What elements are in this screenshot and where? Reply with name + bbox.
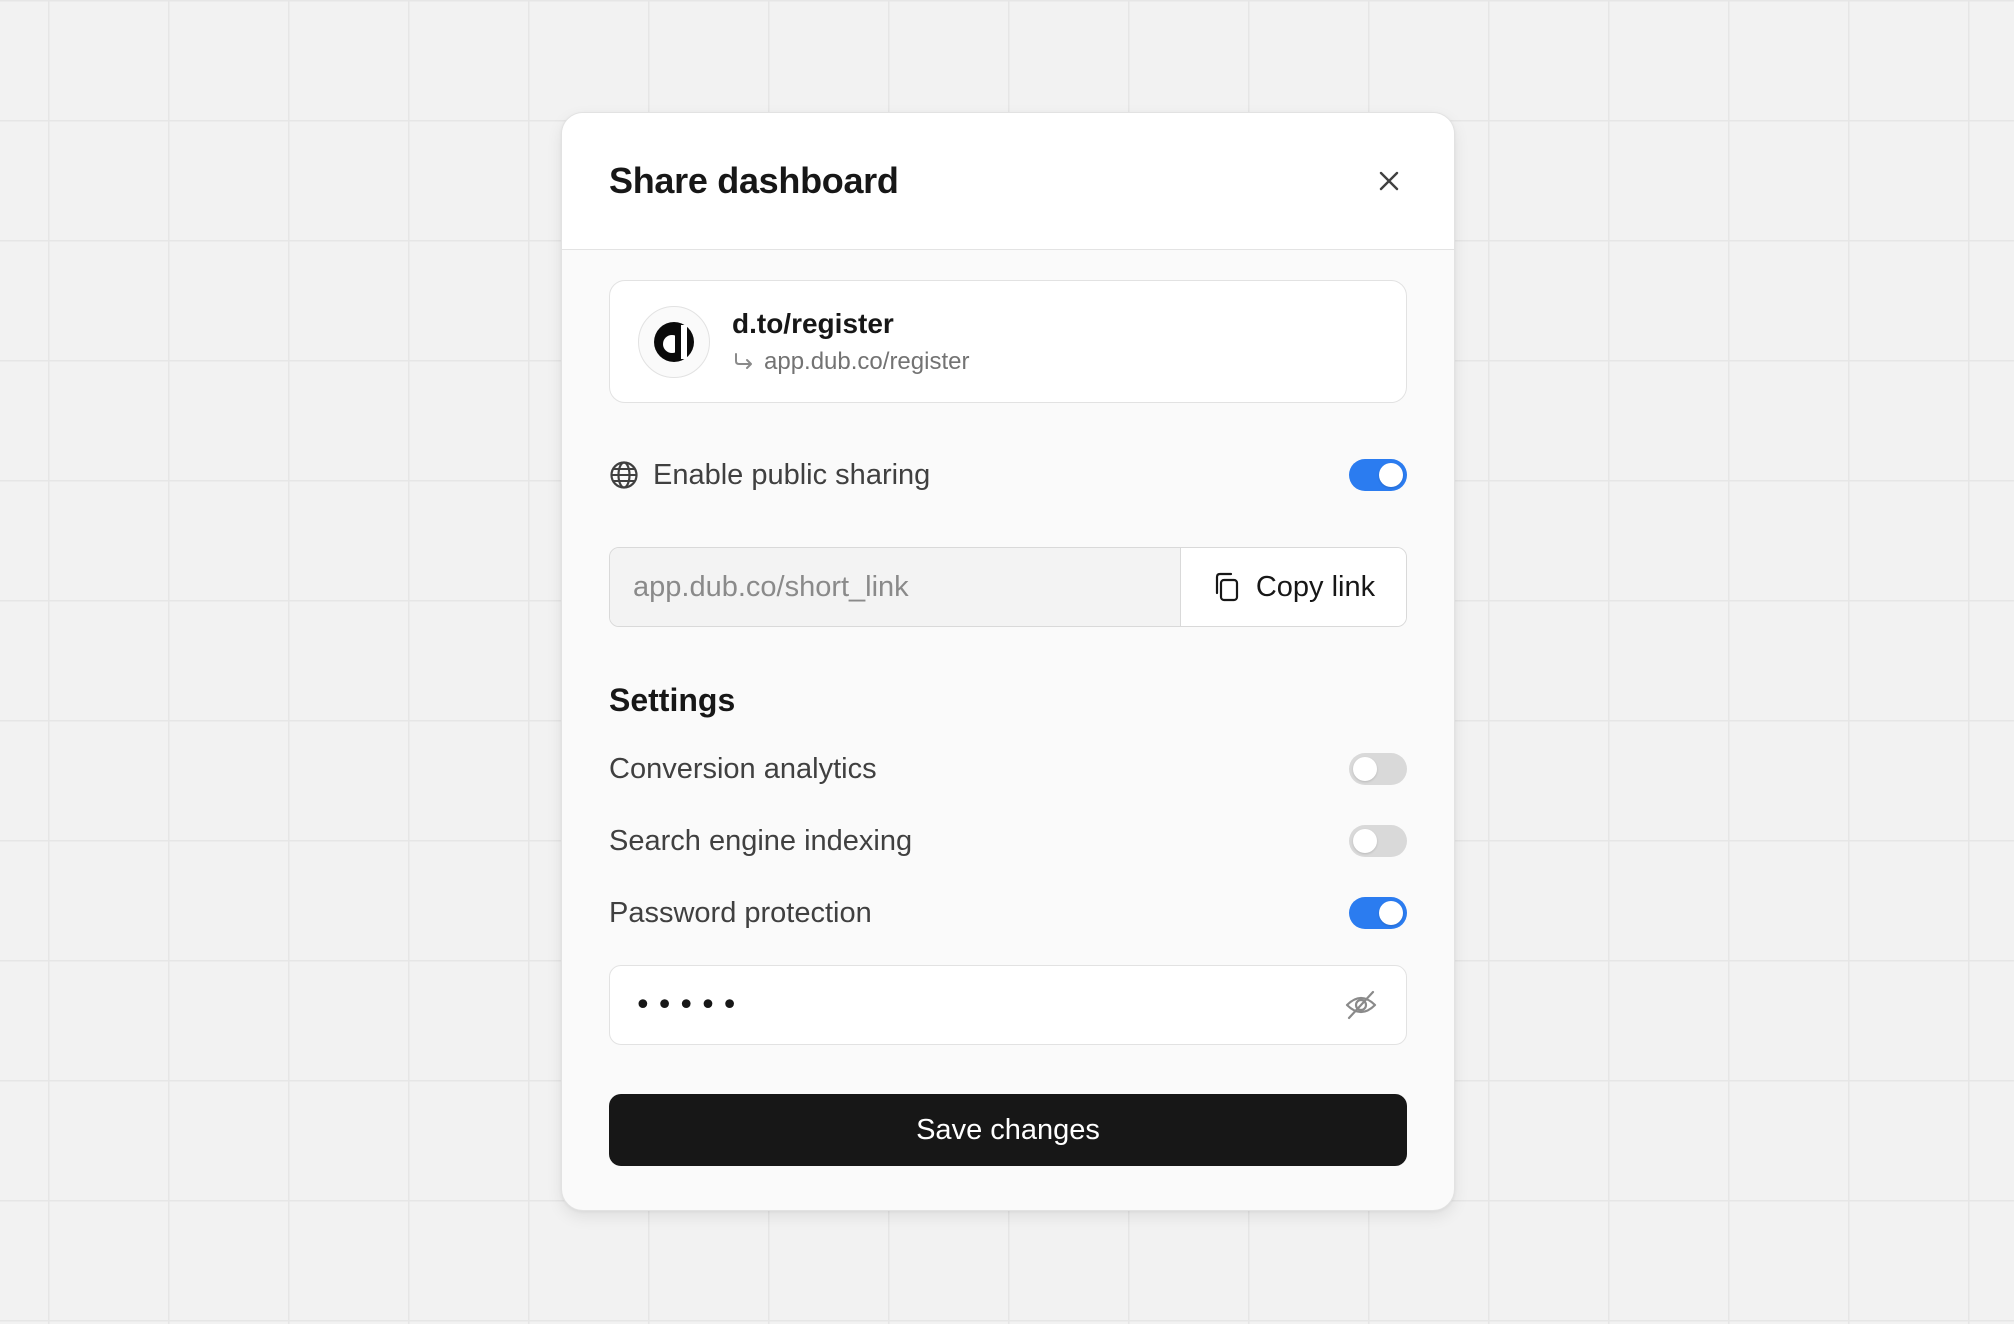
toggle-password-visibility-button[interactable] <box>1341 985 1381 1025</box>
setting-label: Search engine indexing <box>609 824 913 857</box>
settings-heading: Settings <box>609 682 736 718</box>
setting-label: Password protection <box>609 896 872 929</box>
public-sharing-label-group: Enable public sharing <box>609 459 930 492</box>
password-value: ••••• <box>634 987 743 1023</box>
public-sharing-label: Enable public sharing <box>653 458 931 491</box>
copy-link-button[interactable]: Copy link <box>1180 548 1406 626</box>
public-sharing-row: Enable public sharing <box>609 455 1407 495</box>
modal-title: Share dashboard <box>609 160 899 201</box>
setting-row-search-engine-indexing: Search engine indexing <box>609 821 1407 861</box>
password-protection-toggle[interactable] <box>1349 897 1407 929</box>
link-text: d.to/register app.dub.co/register <box>732 308 969 376</box>
destination-url: app.dub.co/register <box>764 347 970 375</box>
modal-header: Share dashboard <box>562 113 1454 250</box>
link-logo <box>638 305 710 378</box>
short-link[interactable]: d.to/register <box>732 308 969 340</box>
password-field[interactable]: ••••• <box>609 965 1407 1045</box>
share-link-input[interactable] <box>610 548 1180 626</box>
conversion-analytics-toggle[interactable] <box>1349 753 1407 785</box>
globe-icon <box>610 461 638 489</box>
save-changes-label: Save changes <box>916 1113 1100 1146</box>
public-sharing-toggle[interactable] <box>1349 459 1407 491</box>
toggle-knob <box>1379 463 1403 487</box>
destination-row: app.dub.co/register <box>732 348 969 376</box>
copy-link-label: Copy link <box>1255 570 1376 603</box>
modal-body: d.to/register app.dub.co/register Enable… <box>562 250 1454 1166</box>
close-icon <box>1379 171 1399 191</box>
search-engine-indexing-toggle[interactable] <box>1349 825 1407 857</box>
setting-row-password-protection: Password protection <box>609 893 1407 933</box>
toggle-knob <box>1353 757 1377 781</box>
toggle-knob <box>1379 901 1403 925</box>
dub-logo-icon <box>654 321 694 362</box>
share-link-row: Copy link <box>609 547 1407 627</box>
link-card: d.to/register app.dub.co/register <box>609 280 1407 403</box>
save-changes-button[interactable]: Save changes <box>609 1094 1407 1166</box>
eye-off-icon <box>1345 990 1377 1020</box>
corner-down-right-arrow-icon <box>735 352 752 369</box>
setting-label: Conversion analytics <box>609 752 877 785</box>
close-button[interactable] <box>1369 161 1409 201</box>
copy-icon <box>1215 572 1238 602</box>
setting-row-conversion-analytics: Conversion analytics <box>609 749 1407 789</box>
toggle-knob <box>1353 829 1377 853</box>
share-dashboard-modal: Share dashboard d.to/register app.dub.co… <box>561 112 1455 1211</box>
